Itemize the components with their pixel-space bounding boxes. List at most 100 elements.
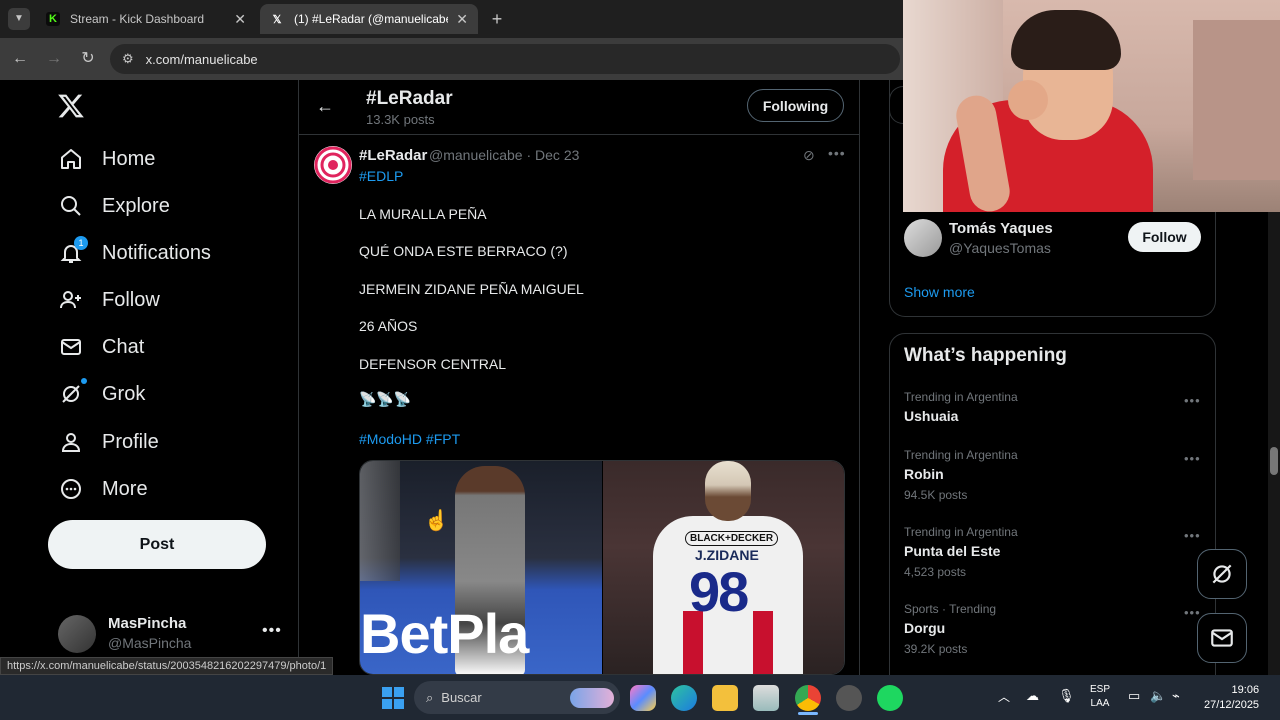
- back-arrow-icon[interactable]: ←: [316, 96, 334, 117]
- edge-icon[interactable]: [671, 685, 697, 711]
- search-highlight-icon: [570, 687, 614, 708]
- account-more-icon[interactable]: •••: [262, 622, 282, 640]
- link-status-bar: https://x.com/manuelicabe/status/2003548…: [0, 657, 334, 675]
- messages-fab-button[interactable]: [1197, 613, 1247, 663]
- trend-name[interactable]: Ushuaia: [904, 408, 958, 424]
- tab-leradar[interactable]: 𝕏 (1) #LeRadar (@manuelicabe) / ✕: [260, 4, 478, 34]
- nav-more[interactable]: More: [58, 469, 148, 509]
- tweet-text-line: LA MURALLA PEÑA: [359, 206, 487, 222]
- sponsor-text: BLACK+DECKER: [685, 531, 779, 546]
- language-indicator[interactable]: ESP LAA: [1090, 683, 1110, 711]
- nav-home[interactable]: Home: [58, 139, 155, 179]
- stadium-structure: [360, 461, 400, 581]
- person-hair: [1011, 10, 1121, 70]
- tweet-avatar[interactable]: [314, 146, 352, 184]
- chrome-icon[interactable]: [795, 685, 821, 711]
- tab-title: Stream - Kick Dashboard: [70, 12, 205, 26]
- clock[interactable]: 19:06 27/12/2025: [1204, 683, 1259, 713]
- windows-start-icon[interactable]: [380, 685, 406, 711]
- tab-list-button[interactable]: ▼: [8, 8, 30, 30]
- follow-button[interactable]: Follow: [1128, 222, 1201, 252]
- trend-more-icon[interactable]: •••: [1184, 451, 1201, 466]
- avatar[interactable]: [58, 615, 96, 653]
- tweet-text-line: 26 AÑOS: [359, 318, 418, 334]
- nav-label: Notifications: [102, 241, 211, 264]
- post-count: 13.3K posts: [366, 112, 435, 127]
- tab-title: (1) #LeRadar (@manuelicabe) /: [294, 12, 449, 26]
- back-icon[interactable]: ←: [10, 49, 30, 69]
- trend-name[interactable]: Punta del Este: [904, 543, 1000, 559]
- x-logo-icon[interactable]: [57, 92, 87, 122]
- taskbar-search-input[interactable]: ⌕ Buscar: [414, 681, 620, 714]
- show-more-link[interactable]: Show more: [904, 284, 975, 300]
- battery-icon[interactable]: ⌁: [1172, 688, 1180, 704]
- trend-name[interactable]: Dorgu: [904, 620, 945, 636]
- tab-kick-dashboard[interactable]: K Stream - Kick Dashboard ✕: [36, 4, 256, 34]
- avatar[interactable]: [904, 219, 942, 257]
- search-icon: [58, 193, 84, 219]
- trend-more-icon[interactable]: •••: [1184, 528, 1201, 543]
- network-icon[interactable]: ▭: [1128, 688, 1140, 704]
- spotify-icon[interactable]: [877, 685, 903, 711]
- suggested-user-handle[interactable]: @YaquesTomas: [949, 240, 1051, 256]
- trend-more-icon[interactable]: •••: [1184, 605, 1201, 620]
- site-info-icon[interactable]: ⚙: [122, 51, 134, 67]
- nav-notifications[interactable]: 1 Notifications: [58, 233, 211, 273]
- close-icon[interactable]: ✕: [234, 11, 246, 28]
- close-icon[interactable]: ✕: [456, 11, 468, 28]
- tweet-hashtags[interactable]: #ModoHD #FPT: [359, 431, 460, 447]
- copilot-icon[interactable]: [630, 685, 656, 711]
- reload-icon[interactable]: ↻: [78, 49, 98, 69]
- tweet-photo-1[interactable]: BetPla: [360, 461, 602, 674]
- microphone-icon[interactable]: 🎙: [1058, 688, 1075, 704]
- post-button[interactable]: Post: [48, 520, 266, 569]
- tweet-text-line: JERMEIN ZIDANE PEÑA MAIGUEL: [359, 281, 584, 297]
- red-stripe: [753, 611, 773, 674]
- nav-label: Profile: [102, 430, 159, 453]
- active-app-indicator: [798, 712, 818, 715]
- grok-icon: [58, 378, 87, 407]
- new-tab-button[interactable]: +: [486, 8, 508, 30]
- trend-name[interactable]: Robin: [904, 466, 944, 482]
- nav-label: Grok: [102, 382, 146, 405]
- trend-count: 94.5K posts: [904, 488, 968, 502]
- tweet-meta[interactable]: @manuelicabe · Dec 23: [429, 147, 579, 163]
- grok-fab-button[interactable]: [1197, 549, 1247, 599]
- player-head: [705, 461, 751, 521]
- nav-grok[interactable]: Grok: [58, 374, 145, 414]
- suggested-user-name[interactable]: Tomás Yaques: [949, 220, 1053, 237]
- page-title: #LeRadar: [366, 88, 453, 109]
- file-explorer-icon[interactable]: [712, 685, 738, 711]
- nav-explore[interactable]: Explore: [58, 186, 170, 226]
- app-icon[interactable]: [836, 685, 862, 711]
- scrollbar-thumb[interactable]: [1270, 447, 1278, 475]
- nav-label: Chat: [102, 335, 145, 358]
- following-button[interactable]: Following: [747, 89, 844, 122]
- notification-badge: 1: [74, 236, 88, 250]
- tweet-more-icon[interactable]: •••: [828, 145, 846, 161]
- forward-icon[interactable]: →: [44, 49, 64, 69]
- url-input[interactable]: ⚙ x.com/manuelicabe: [110, 44, 900, 74]
- cloud-icon[interactable]: ☁: [1026, 688, 1039, 704]
- nav-follow[interactable]: Follow: [58, 280, 160, 320]
- time: 19:06: [1231, 684, 1260, 696]
- tweet-hashtag[interactable]: #EDLP: [359, 168, 403, 184]
- section-title: What’s happening: [904, 345, 1067, 366]
- person-icon: [58, 429, 84, 455]
- whats-happening-card: [889, 333, 1216, 693]
- tweet-photo-2[interactable]: BLACK+DECKER J.ZIDANE 98: [603, 461, 844, 674]
- tweet-media[interactable]: BetPla BLACK+DECKER J.ZIDANE 98: [359, 460, 845, 675]
- trend-more-icon[interactable]: •••: [1184, 393, 1201, 408]
- tray-chevron-icon[interactable]: ︿: [998, 688, 1010, 705]
- nav-label: More: [102, 477, 148, 500]
- store-icon[interactable]: [753, 685, 779, 711]
- nav-chat[interactable]: Chat: [58, 327, 144, 367]
- nav-profile[interactable]: Profile: [58, 422, 159, 462]
- nav-label: Home: [102, 147, 156, 170]
- grok-icon[interactable]: ⊘: [803, 147, 815, 164]
- volume-icon[interactable]: 🔈: [1150, 688, 1166, 704]
- nav-label: Explore: [102, 194, 170, 217]
- tweet-author-name[interactable]: #LeRadar: [359, 147, 427, 164]
- ad-board-text: BetPla: [360, 602, 529, 665]
- x-logo-icon: 𝕏: [272, 13, 282, 26]
